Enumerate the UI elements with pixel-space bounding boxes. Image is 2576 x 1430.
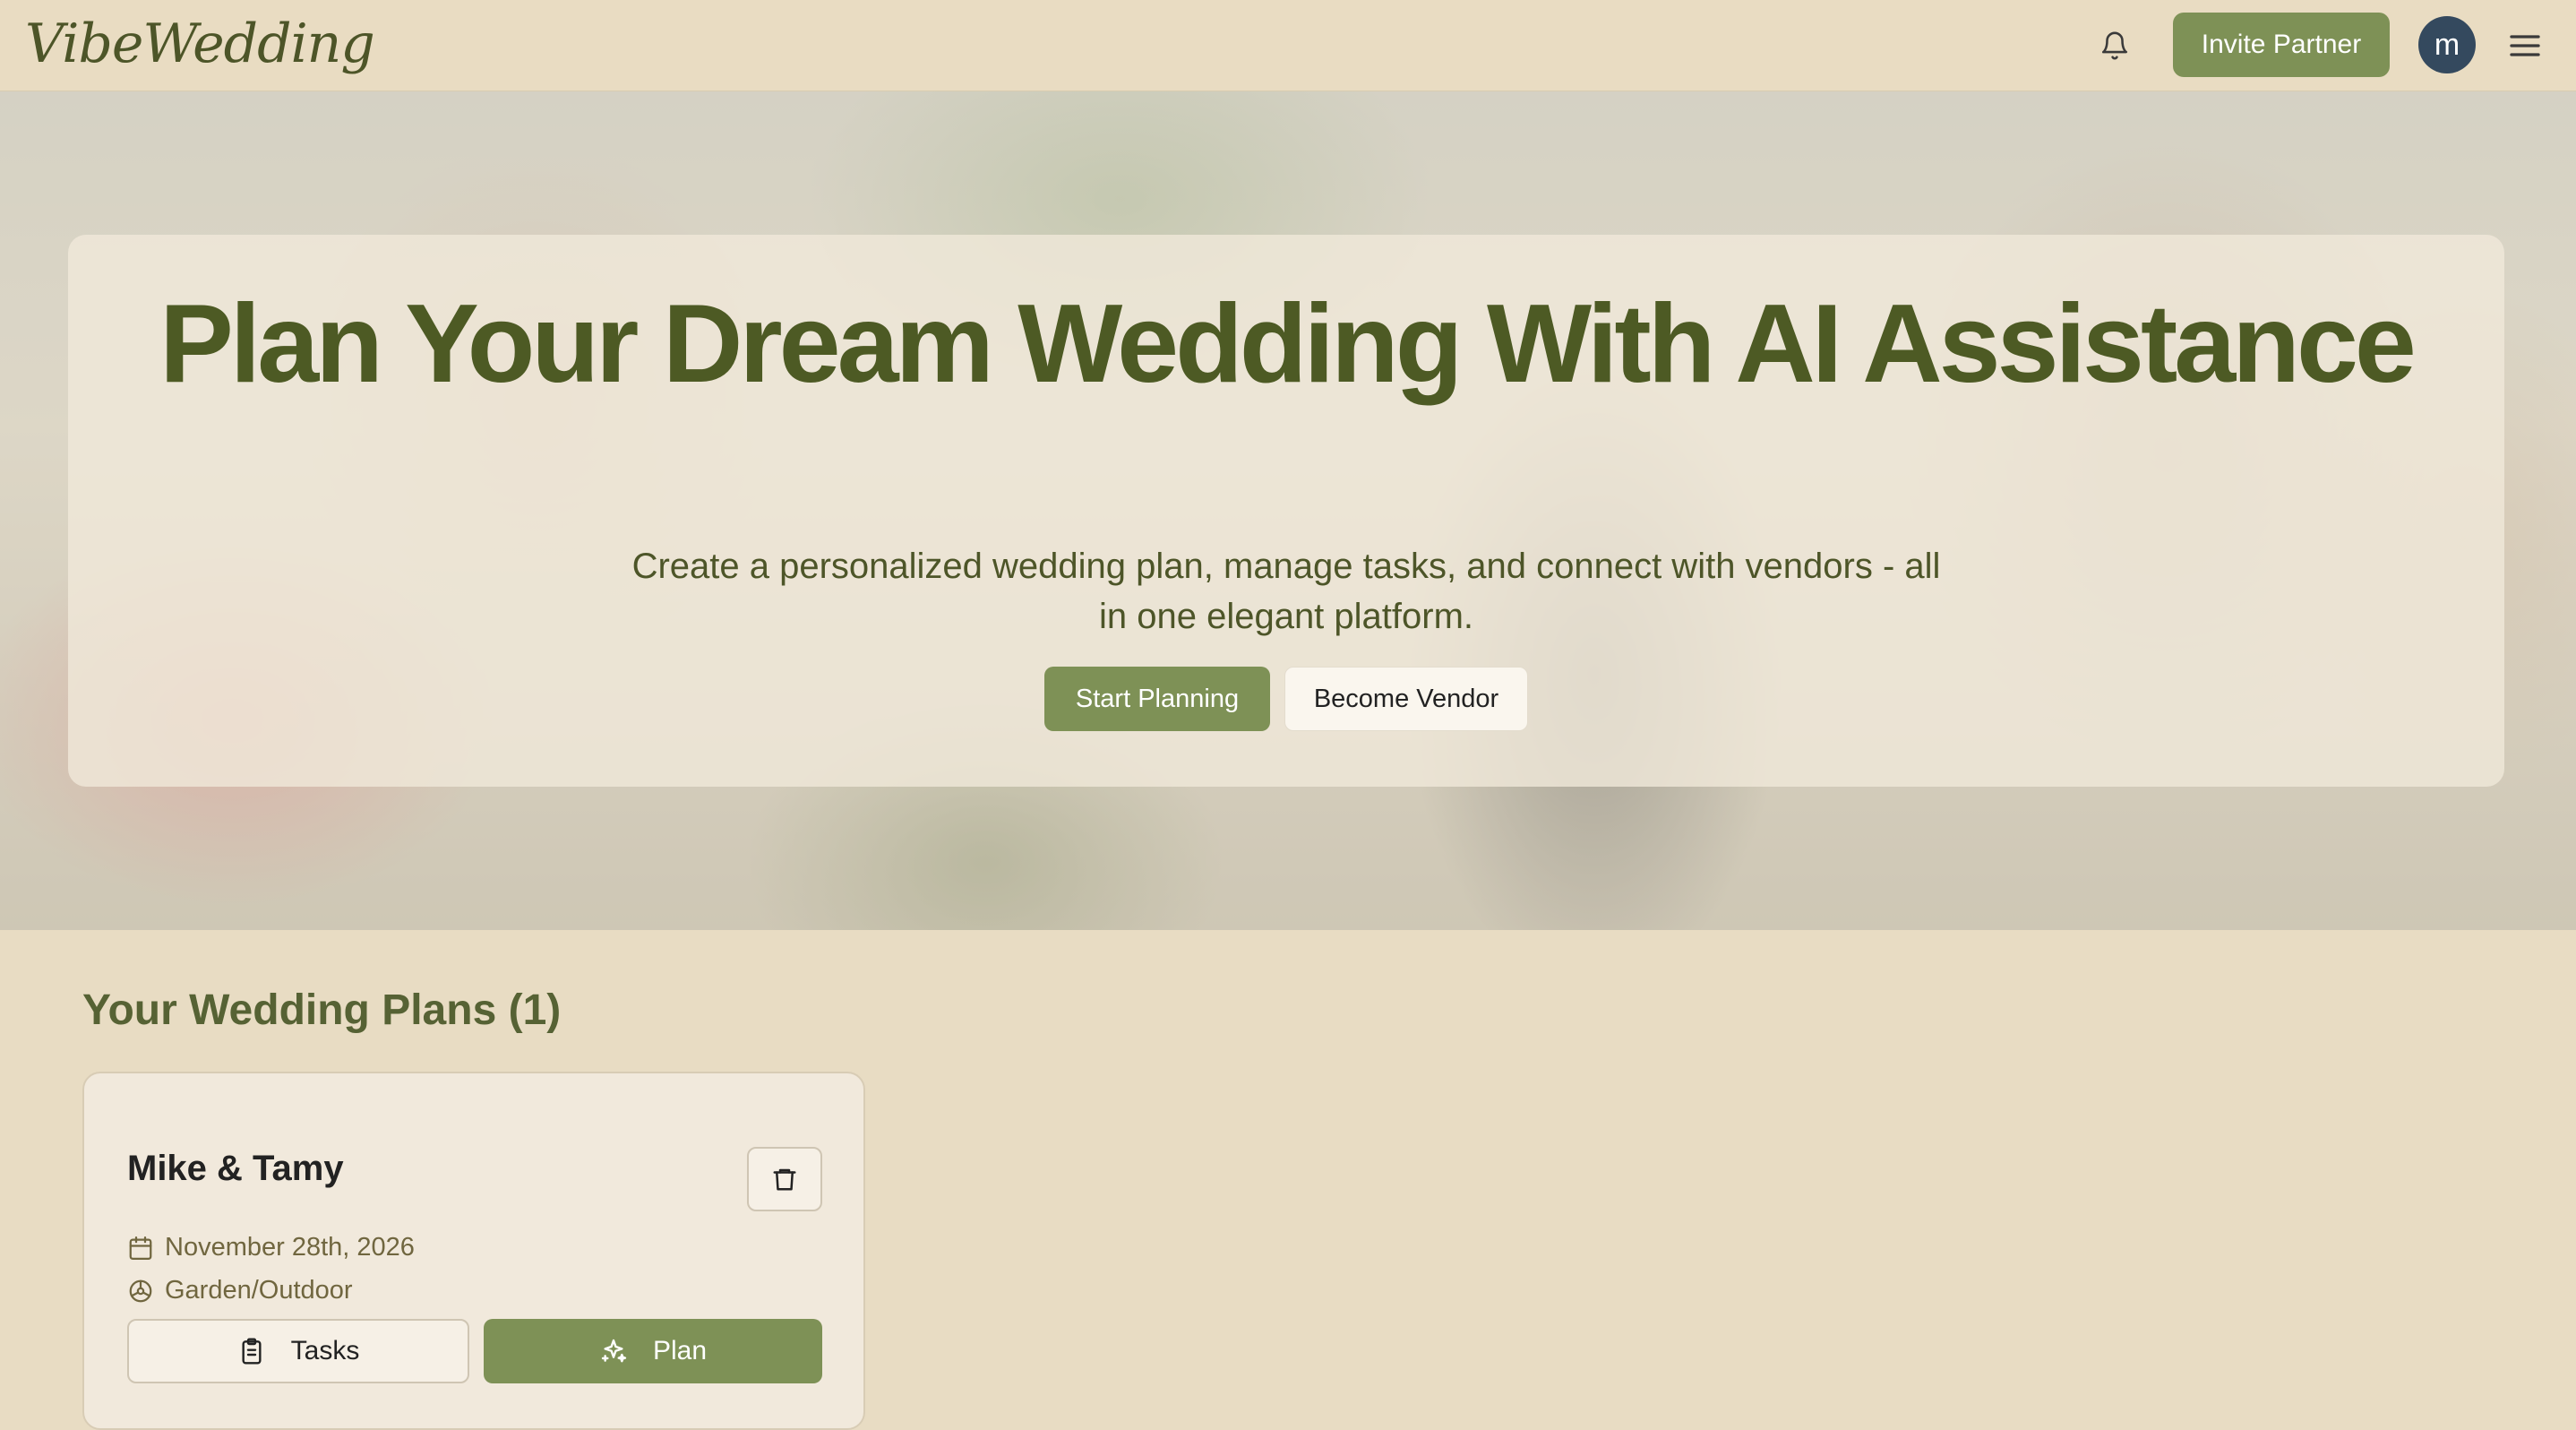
wedding-plan-card: Mike & Tamy November 28th, 2026 Garden/O… xyxy=(82,1072,865,1430)
hero-card: Plan Your Dream Wedding With AI Assistan… xyxy=(68,235,2504,787)
notifications-button[interactable] xyxy=(2094,25,2135,66)
tasks-label: Tasks xyxy=(290,1336,360,1365)
hero-title: Plan Your Dream Wedding With AI Assistan… xyxy=(159,282,2417,406)
start-planning-button[interactable]: Start Planning xyxy=(1044,667,1270,731)
bell-icon xyxy=(2101,31,2128,60)
venue-icon xyxy=(127,1278,154,1305)
calendar-icon xyxy=(127,1235,154,1262)
trash-icon xyxy=(773,1168,796,1191)
hamburger-menu-button[interactable] xyxy=(2504,25,2546,66)
brand-logo[interactable]: VibeWedding xyxy=(25,13,375,75)
top-navigation-bar: VibeWedding Invite Partner m xyxy=(0,0,2576,91)
user-avatar[interactable]: m xyxy=(2418,16,2476,73)
wedding-plans-heading: Your Wedding Plans (1) xyxy=(82,986,562,1034)
wedding-venue-row: Garden/Outdoor xyxy=(127,1276,353,1305)
hero-subtitle: Create a personalized wedding plan, mana… xyxy=(631,547,1941,636)
menu-icon xyxy=(2510,35,2540,56)
invite-partner-button[interactable]: Invite Partner xyxy=(2173,13,2390,77)
wedding-date: November 28th, 2026 xyxy=(165,1233,415,1262)
plan-label: Plan xyxy=(652,1336,708,1365)
sparkles-icon xyxy=(599,1337,628,1365)
become-vendor-button[interactable]: Become Vendor xyxy=(1284,667,1528,731)
delete-plan-button[interactable] xyxy=(747,1147,822,1211)
plan-button[interactable]: Plan xyxy=(484,1319,822,1383)
tasks-button[interactable]: Tasks xyxy=(127,1319,469,1383)
clipboard-icon xyxy=(237,1337,266,1365)
wedding-date-row: November 28th, 2026 xyxy=(127,1233,415,1262)
couple-names: Mike & Tamy xyxy=(127,1149,344,1188)
wedding-venue: Garden/Outdoor xyxy=(165,1276,353,1305)
hero-section: Plan Your Dream Wedding With AI Assistan… xyxy=(0,91,2576,930)
